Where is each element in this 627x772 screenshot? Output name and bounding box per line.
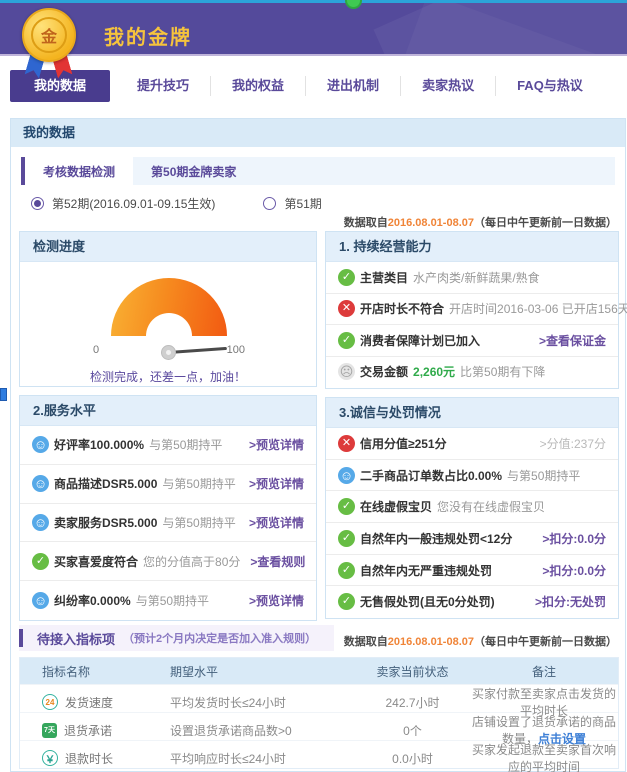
- deduction-link[interactable]: >扣分:0.0分: [542, 530, 606, 547]
- cross-icon: ✕: [338, 300, 355, 317]
- row-seller-service-dsr: ☺ 卖家服务DSR5.000 与第50期持平 >预览详情: [20, 503, 316, 542]
- view-rules-link[interactable]: >查看规则: [250, 553, 305, 570]
- section-title: 我的数据: [11, 119, 625, 147]
- panel-business-continuity: 1. 持续经营能力 ✓ 主营类目 水产肉类/新鲜蔬果/熟食 ✕ 开店时长不符合 …: [325, 231, 619, 389]
- panel-title-service-level: 2.服务水平: [20, 396, 316, 426]
- gauge-hub: [161, 345, 176, 360]
- transaction-amount-value: 2,260元: [413, 363, 455, 380]
- radio-period-51[interactable]: [263, 197, 276, 210]
- data-date-range: 2016.08.01-08.07: [388, 217, 474, 229]
- tab-faq[interactable]: FAQ与热议: [496, 76, 604, 96]
- gauge-min-label: 0: [93, 344, 99, 356]
- page-header: 我的金牌: [0, 3, 627, 56]
- preview-detail-link[interactable]: >预览详情: [249, 436, 304, 453]
- row-transaction-amount: ☹ 交易金额2,260元 比第50期有下降: [326, 356, 618, 388]
- check-icon: ✓: [338, 332, 355, 349]
- check-icon: ✓: [338, 562, 355, 579]
- col-header-remark: 备注: [470, 663, 618, 680]
- period-selector: 第52期(2016.09.01-09.15生效) 第51期: [31, 195, 322, 212]
- panel-integrity-penalty: 3.诚信与处罚情况 ✕ 信用分值≥251分 >分值:237分 ☺ 二手商品订单数…: [325, 397, 619, 619]
- smile-icon: ☺: [32, 592, 49, 609]
- panel-title-business-continuity: 1. 持续经营能力: [326, 232, 618, 262]
- table-row-refund-duration: ￥ 退款时长 平均响应时长≤24小时 0.0小时 买家发起退款至卖家首次响应的平…: [20, 740, 618, 768]
- data-date-range: 2016.08.01-08.07: [388, 636, 474, 648]
- panel-title-check-progress: 检测进度: [20, 232, 316, 262]
- gauge-needle: [169, 347, 227, 354]
- deduction-link[interactable]: >扣分:无处罚: [535, 593, 606, 610]
- col-header-current-status: 卖家当前状态: [355, 663, 470, 680]
- 24hour-icon: 24: [42, 694, 58, 710]
- pending-indicators-header: 待接入指标项 （预计2个月内决定是否加入准入规则）: [19, 625, 334, 651]
- row-positive-rate: ☺ 好评率100.000% 与第50期持平 >预览详情: [20, 426, 316, 464]
- meh-face-icon: ☹: [338, 363, 355, 380]
- data-source-note: 数据取自2016.08.01-08.07（每日中午更新前一日数据）: [344, 214, 617, 230]
- row-item-description-dsr: ☺ 商品描述DSR5.000 与第50期持平 >预览详情: [20, 464, 316, 503]
- row-main-category: ✓ 主营类目 水产肉类/新鲜蔬果/熟食: [326, 262, 618, 293]
- tab-entry-exit-rules[interactable]: 进出机制: [306, 76, 401, 96]
- panel-title-integrity-penalty: 3.诚信与处罚情况: [326, 398, 618, 428]
- refund-icon: ￥: [42, 750, 58, 766]
- row-secondhand-ratio: ☺ 二手商品订单数占比0.00% 与第50期持平: [326, 459, 618, 491]
- gauge-arc: [111, 278, 227, 336]
- pending-note: （预计2个月内决定是否加入准入规则）: [123, 630, 316, 646]
- main-nav-tabs: 我的数据 提升技巧 我的权益 进出机制 卖家热议 FAQ与热议: [10, 70, 604, 102]
- row-dispute-rate: ☺ 纠纷率0.000% 与第50期持平 >预览详情: [20, 580, 316, 619]
- pending-accent-bar: [19, 629, 23, 647]
- row-buyer-favor: ✓ 买家喜爱度符合 您的分值高于80分 >查看规则: [20, 541, 316, 580]
- smile-icon: ☺: [32, 436, 49, 453]
- credit-score-note: >分值:237分: [540, 435, 606, 452]
- check-icon: ✓: [338, 269, 355, 286]
- view-deposit-link[interactable]: >查看保证金: [539, 332, 606, 349]
- smile-icon: ☺: [338, 467, 355, 484]
- return-promise-icon: 7天: [42, 723, 57, 738]
- radio-label-period-52[interactable]: 第52期(2016.09.01-09.15生效): [52, 195, 215, 212]
- sub-tabs: 考核数据检测 第50期金牌卖家: [21, 157, 615, 185]
- col-header-expected-level: 期望水平: [170, 663, 355, 680]
- tab-my-benefits[interactable]: 我的权益: [211, 76, 306, 96]
- row-shop-age: ✕ 开店时长不符合 开店时间2016-03-06 已开店156天: [326, 293, 618, 325]
- table-row-shipping-speed: 24 发货速度 平均发货时长≤24小时 242.7小时 买家付款至卖家点击发货的…: [20, 684, 618, 712]
- check-icon: ✓: [338, 498, 355, 515]
- smile-icon: ☺: [32, 514, 49, 531]
- page-title: 我的金牌: [104, 21, 192, 50]
- cross-icon: ✕: [338, 435, 355, 452]
- panel-check-progress: 检测进度 0 100 检测完成，还差一点，加油！: [19, 231, 317, 387]
- deduction-link[interactable]: >扣分:0.0分: [542, 562, 606, 579]
- smile-icon: ☺: [32, 475, 49, 492]
- row-credit-score: ✕ 信用分值≥251分 >分值:237分: [326, 428, 618, 459]
- preview-detail-link[interactable]: >预览详情: [249, 592, 304, 609]
- radio-period-52[interactable]: [31, 197, 44, 210]
- row-serious-violation: ✓ 自然年内无严重违规处罚 >扣分:0.0分: [326, 554, 618, 586]
- table-row-return-promise: 7天 退货承诺 设置退货承诺商品数>0 0个 店铺设置了退货承诺的商品数量，点击…: [20, 712, 618, 740]
- content-container: 我的数据 考核数据检测 第50期金牌卖家 第52期(2016.09.01-09.…: [10, 118, 626, 772]
- check-icon: ✓: [338, 593, 355, 610]
- gold-medal-icon: 金: [20, 8, 80, 80]
- medal-coin: 金: [22, 8, 76, 62]
- tab-improve-skills[interactable]: 提升技巧: [116, 76, 211, 96]
- gauge-caption: 检测完成，还差一点，加油！: [20, 368, 316, 385]
- col-header-indicator-name: 指标名称: [20, 663, 170, 680]
- progress-gauge: 0 100: [63, 278, 273, 356]
- preview-detail-link[interactable]: >预览详情: [249, 475, 304, 492]
- row-general-violation: ✓ 自然年内一般违规处罚<12分 >扣分:0.0分: [326, 522, 618, 554]
- top-accent-strip: [0, 0, 627, 3]
- subtab-period50-seller[interactable]: 第50期金牌卖家: [133, 157, 254, 185]
- check-icon: ✓: [338, 530, 355, 547]
- row-consumer-protection: ✓ 消费者保障计划已加入 >查看保证金: [326, 324, 618, 356]
- preview-detail-link[interactable]: >预览详情: [249, 514, 304, 531]
- table-header-row: 指标名称 期望水平 卖家当前状态 备注: [20, 658, 618, 684]
- pending-indicators-table: 指标名称 期望水平 卖家当前状态 备注 24 发货速度 平均发货时长≤24小时 …: [19, 657, 619, 769]
- check-icon: ✓: [32, 553, 49, 570]
- subtab-assessment-check[interactable]: 考核数据检测: [25, 157, 133, 185]
- gauge-max-label: 100: [227, 344, 245, 356]
- page: 我的金牌 金 我的数据 提升技巧 我的权益 进出机制 卖家热议 FAQ与热议 我…: [0, 0, 627, 772]
- row-fake-items: ✓ 在线虚假宝贝 您没有在线虚假宝贝: [326, 490, 618, 522]
- panel-service-level: 2.服务水平 ☺ 好评率100.000% 与第50期持平 >预览详情 ☺ 商品描…: [19, 395, 317, 621]
- row-counterfeit-penalty: ✓ 无售假处罚(且无0分处罚) >扣分:无处罚: [326, 585, 618, 617]
- radio-label-period-51[interactable]: 第51期: [284, 195, 321, 212]
- pending-title: 待接入指标项: [37, 629, 115, 648]
- left-edge-widget[interactable]: [0, 388, 7, 401]
- data-source-note: 数据取自2016.08.01-08.07（每日中午更新前一日数据）: [344, 633, 617, 649]
- tab-seller-discussion[interactable]: 卖家热议: [401, 76, 496, 96]
